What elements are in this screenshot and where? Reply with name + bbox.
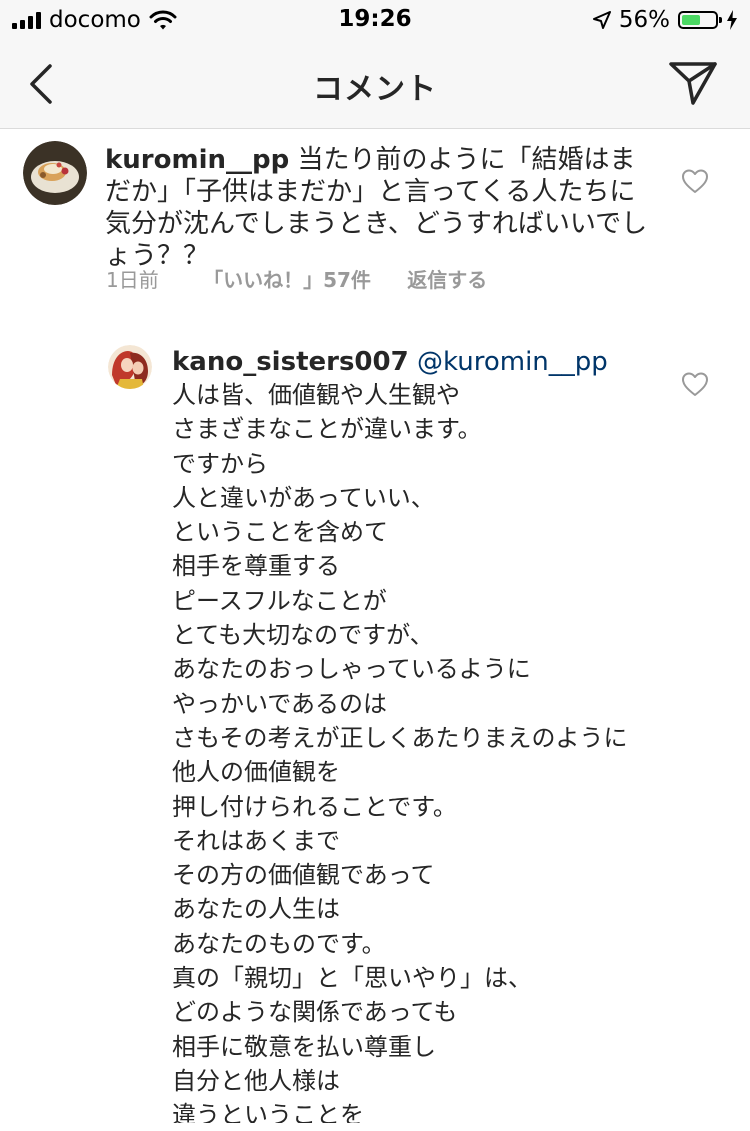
battery-percent: 56% — [618, 7, 670, 33]
status-bar: docomo 19:26 56% — [0, 0, 750, 40]
reply-line: 人と違いがあっていい、 — [172, 483, 435, 512]
reply-button[interactable]: 返信する — [407, 264, 487, 293]
reply-line: やっかいであるのは — [172, 689, 388, 718]
reply-line: その方の価値観であって — [172, 861, 435, 890]
page-title: コメント — [313, 72, 437, 107]
location-arrow-icon — [592, 11, 611, 29]
reply-line: あなたのものです。 — [172, 929, 386, 958]
avatar[interactable] — [23, 141, 87, 205]
reply-line: とても大切なのですが、 — [172, 621, 434, 650]
heart-icon[interactable] — [681, 168, 709, 194]
battery-icon — [678, 11, 722, 29]
reply-line: ということを含めて — [172, 518, 388, 547]
reply-line: 相手を尊重する — [172, 552, 340, 581]
reply-line: 相手に敬意を払い尊重し — [172, 1032, 436, 1061]
comment-time: 1日前 — [106, 268, 159, 292]
comment-username[interactable]: kuromin__pp — [105, 145, 289, 175]
reply-line: あなたのおっしゃっているように — [172, 655, 531, 684]
likes-count[interactable]: 「いいね！」57件 — [203, 264, 371, 293]
reply-line: ピースフルなことが — [172, 586, 387, 615]
reply-header: kano_sisters007 @kuromin__pp — [172, 346, 608, 378]
reply-username[interactable]: kano_sisters007 — [172, 347, 409, 377]
comment-text: kuromin__pp 当たり前のように「結婚はまだか」「子供はまだか」と言って… — [105, 144, 650, 272]
avatar[interactable] — [108, 345, 152, 389]
comment-meta: 1日前 「いいね！」57件 返信する — [106, 264, 487, 293]
reply-line: ですから — [172, 449, 268, 478]
reply-line: 違うということを — [172, 1101, 364, 1123]
mention-link[interactable]: @kuromin__pp — [417, 347, 608, 377]
reply-line: 自分と他人様は — [172, 1066, 340, 1095]
reply-line: さまざまなことが違います。 — [172, 415, 482, 444]
reply-line: 真の「親切」と「思いやり」は、 — [172, 964, 532, 993]
reply-line: 人は皆、価値観や人生観や — [172, 381, 460, 409]
nav-bar: コメント — [0, 40, 750, 129]
send-direct-icon[interactable] — [668, 60, 718, 106]
reply-line: それはあくまで — [172, 826, 340, 855]
reply-body: 人は皆、価値観や人生観や さまざまなことが違います。 ですから 人と違いがあって… — [172, 378, 692, 1123]
reply-line: さもその考えが正しくあたりまえのように — [172, 723, 628, 752]
reply-line: 押し付けられることです。 — [172, 792, 457, 821]
reply-line: あなたの人生は — [172, 895, 340, 924]
charging-bolt-icon — [727, 10, 737, 30]
reply-line: どのような関係であっても — [172, 998, 458, 1027]
reply-line: 他人の価値観を — [172, 758, 340, 787]
